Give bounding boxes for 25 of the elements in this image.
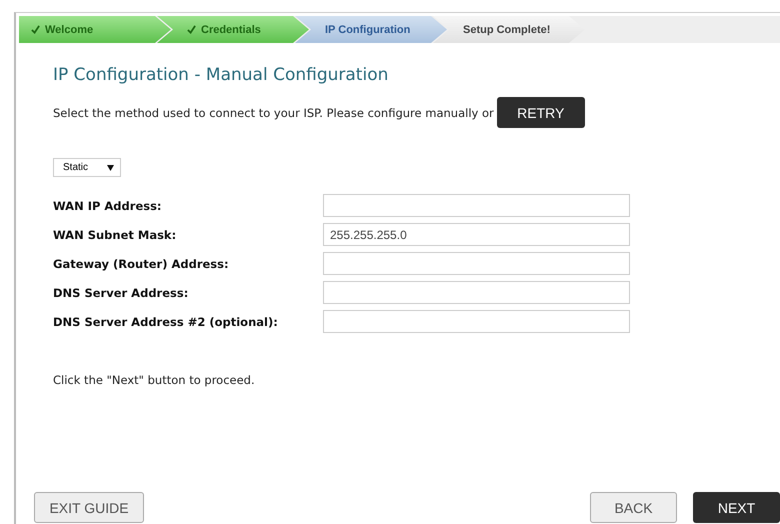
mode-select[interactable]: Static: [53, 158, 121, 177]
check-icon: [187, 25, 196, 34]
next-button[interactable]: NEXT: [693, 492, 780, 523]
field-label: Gateway (Router) Address:: [53, 256, 230, 270]
wizard-step: IP Configuration: [295, 16, 447, 43]
page-title: IP Configuration - Manual Configuration: [53, 65, 390, 85]
wizard-step: Welcome: [19, 16, 171, 43]
check-icon: [31, 25, 40, 34]
retry-button[interactable]: RETRY: [496, 97, 585, 128]
back-button[interactable]: BACK: [590, 492, 677, 523]
hint-text: Click the "Next" button to proceed.: [53, 373, 256, 387]
input-field[interactable]: [323, 281, 630, 304]
input-field[interactable]: [323, 310, 630, 333]
intro-text: Select the method used to connect to your ISP. Please configure manually or: [53, 106, 494, 120]
wizard-step: Setup Complete!: [433, 16, 585, 43]
field-label: DNS Server Address #2 (optional):: [53, 314, 279, 328]
field-label: DNS Server Address:: [53, 286, 190, 300]
wizard-step: Credentials: [157, 16, 309, 43]
field-label: WAN Subnet Mask:: [53, 228, 178, 242]
input-field[interactable]: [323, 194, 630, 217]
exit-guide-button[interactable]: EXIT GUIDE: [34, 492, 144, 523]
caret-icon: [107, 164, 114, 170]
input-field[interactable]: 255.255.255.0: [323, 223, 630, 246]
input-field[interactable]: [323, 252, 630, 275]
field-label: WAN IP Address:: [53, 198, 163, 212]
